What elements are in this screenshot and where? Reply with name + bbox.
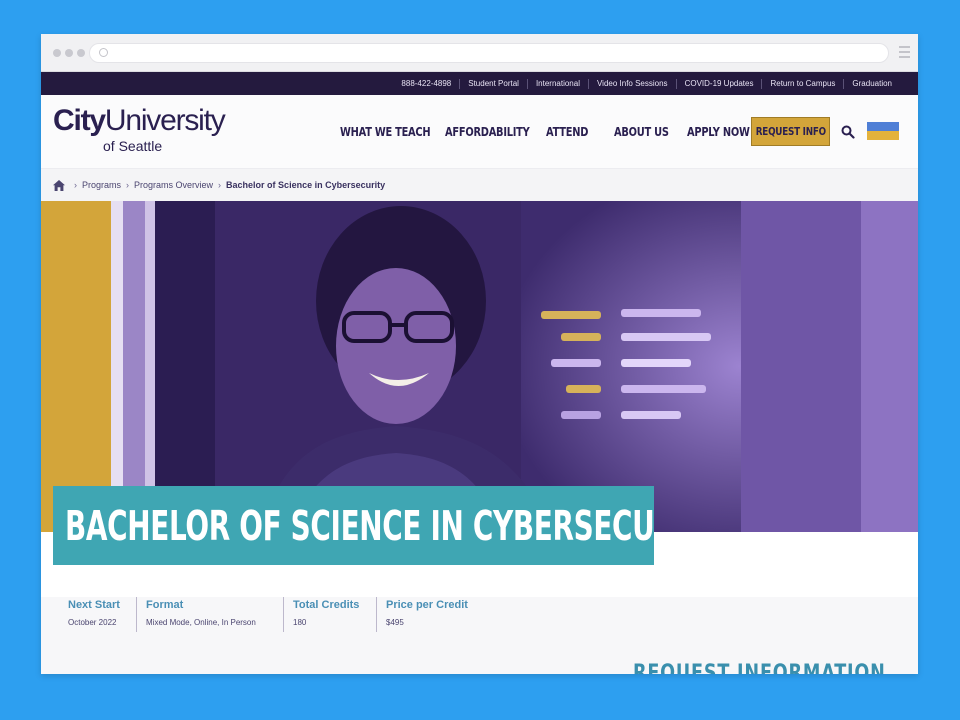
fact-label: Price per Credit — [386, 599, 468, 611]
chevron-right-icon: › — [74, 180, 77, 190]
fact-label: Format — [146, 599, 184, 611]
utility-link-covid-updates[interactable]: COVID-19 Updates — [675, 78, 762, 89]
nav-apply-now[interactable]: APPLY NOW — [687, 125, 750, 139]
fact-format: Format Mixed Mode, Online, In Person — [136, 599, 256, 627]
browser-chrome — [41, 34, 918, 72]
utility-link-graduation[interactable]: Graduation — [843, 78, 900, 89]
fact-next-start: Next Start October 2022 — [58, 599, 120, 627]
fact-total-credits: Total Credits 180 — [283, 599, 359, 627]
logo-subtitle: of Seattle — [103, 138, 163, 154]
utility-link-student-portal[interactable]: Student Portal — [459, 78, 527, 89]
nav-what-we-teach[interactable]: WHAT WE TEACH — [340, 125, 431, 139]
chevron-right-icon: › — [218, 180, 222, 190]
window-dot[interactable] — [53, 48, 61, 57]
university-logo[interactable]: CityUniversity of Seattle — [53, 104, 226, 155]
program-facts: Next Start October 2022 Format Mixed Mod… — [41, 597, 918, 674]
chevron-right-icon: › — [126, 180, 130, 190]
home-icon[interactable] — [53, 179, 65, 191]
breadcrumb-item-programs[interactable]: Programs — [82, 180, 121, 190]
fact-value: $495 — [386, 618, 404, 627]
utility-link-international[interactable]: International — [526, 78, 588, 89]
nav-affordability[interactable]: AFFORDABILITY — [445, 125, 530, 139]
window-dot[interactable] — [65, 48, 73, 57]
window-dot[interactable] — [77, 48, 85, 57]
utility-link-return-to-campus[interactable]: Return to Campus — [761, 78, 843, 89]
fact-price-per-credit: Price per Credit $495 — [376, 599, 468, 627]
logo-wordmark: CityUniversity — [53, 104, 226, 137]
fact-value: 180 — [293, 618, 307, 627]
nav-about-us[interactable]: ABOUT US — [614, 125, 669, 139]
fact-label: Total Credits — [293, 599, 360, 611]
search-icon[interactable] — [841, 125, 855, 139]
breadcrumb: › Programs › Programs Overview › Bachelo… — [41, 169, 918, 201]
hero-banner — [41, 201, 918, 532]
nav-attend[interactable]: ATTEND — [546, 125, 588, 139]
utility-link-video-info-sessions[interactable]: Video Info Sessions — [587, 78, 676, 89]
hero-image — [41, 201, 918, 532]
site-header: CityUniversity of Seattle WHAT WE TEACH … — [41, 95, 918, 169]
request-information-heading: REQUEST INFORMATION — [633, 661, 886, 674]
browser-menu-icon[interactable] — [899, 46, 910, 58]
fact-label: Next Start — [68, 599, 120, 611]
hero-title-banner: BACHELOR OF SCIENCE IN CYBERSECURITY — [53, 486, 654, 565]
breadcrumb-item-programs-overview[interactable]: Programs Overview — [134, 180, 213, 190]
fact-value: Mixed Mode, Online, In Person — [146, 618, 256, 627]
browser-window: 888-422-4898 Student Portal Internationa… — [41, 34, 918, 674]
flag-icon[interactable] — [867, 122, 899, 140]
page-title: BACHELOR OF SCIENCE IN CYBERSECURITY — [65, 501, 654, 550]
fact-value: October 2022 — [68, 618, 117, 627]
address-bar[interactable] — [89, 43, 889, 63]
window-controls — [53, 48, 85, 57]
utility-bar: 888-422-4898 Student Portal Internationa… — [41, 72, 918, 95]
request-info-button[interactable]: REQUEST INFO — [751, 117, 830, 146]
utility-link-phone[interactable]: 888-422-4898 — [393, 79, 459, 89]
reload-icon[interactable] — [99, 48, 108, 57]
breadcrumb-current: Bachelor of Science in Cybersecurity — [226, 180, 386, 190]
